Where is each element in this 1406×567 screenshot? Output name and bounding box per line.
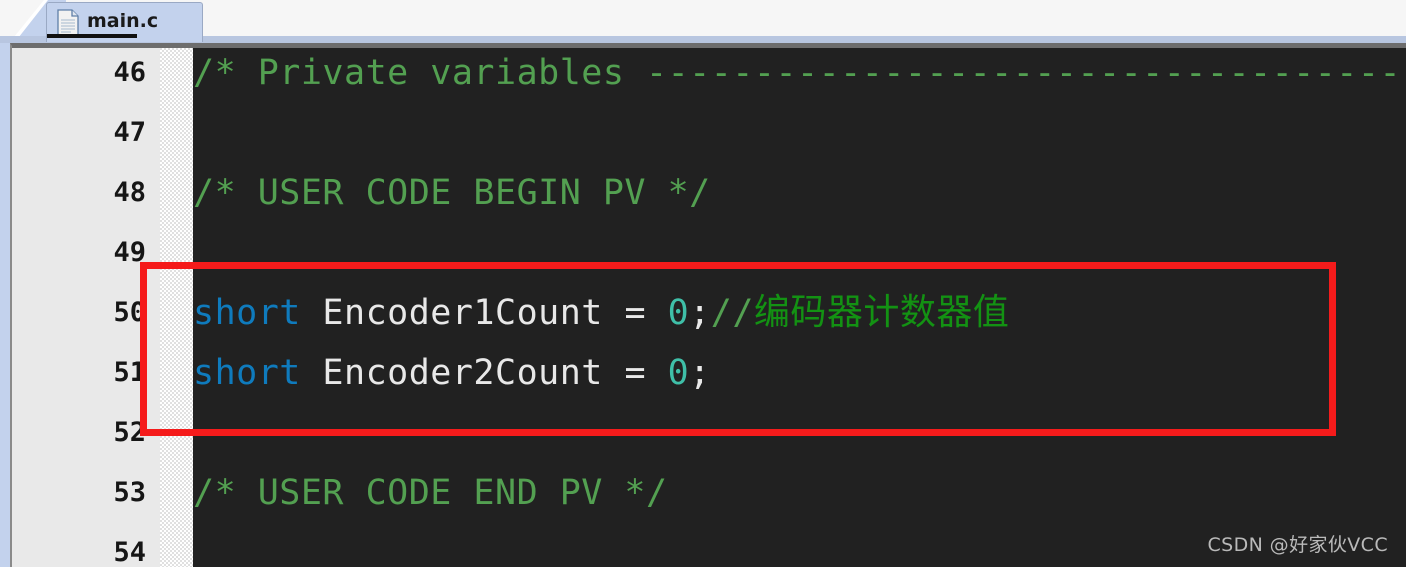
token-cjk: 编码器计数器值 [753, 292, 1010, 333]
token-punct: ; [689, 293, 711, 333]
gutter-fold-strip [160, 48, 193, 567]
code-line[interactable]: /* USER CODE BEGIN PV */ [193, 163, 711, 223]
line-number: 52 [113, 417, 146, 448]
line-number: 47 [113, 117, 146, 148]
ide-editor-screenshot: main.c 46 47 48 49 50 51 52 53 54 /* Private var… [0, 0, 1406, 567]
editor-tab-strip: main.c [0, 0, 1406, 43]
token-comment: /* USER CODE BEGIN PV */ [193, 173, 711, 213]
token-op: = [624, 293, 668, 333]
line-number: 46 [113, 57, 146, 88]
tab-strip-underline [0, 36, 1406, 43]
line-number-gutter[interactable]: 46 47 48 49 50 51 52 53 54 [12, 48, 160, 567]
token-ident: Encoder2Count [300, 353, 625, 393]
line-number: 51 [113, 357, 146, 388]
line-number: 50 [113, 297, 146, 328]
code-text-area[interactable]: /* Private variables -------------------… [193, 48, 1406, 567]
token-keyword: short [193, 293, 301, 333]
editor-left-rail [0, 43, 10, 567]
code-line[interactable]: /* USER CODE END PV */ [193, 463, 668, 523]
token-comment: /* Private variables -------------------… [193, 53, 1406, 93]
line-number: 53 [113, 477, 146, 508]
tab-label: main.c [87, 9, 159, 32]
line-number: 48 [113, 177, 146, 208]
code-line[interactable]: /* Private variables -------------------… [193, 48, 1406, 103]
line-number: 54 [113, 537, 146, 567]
token-punct: ; [689, 353, 711, 393]
token-ident: Encoder1Count [300, 293, 625, 333]
line-number: 49 [113, 237, 146, 268]
token-comment: /* USER CODE END PV */ [193, 473, 668, 513]
csdn-watermark: CSDN @好家伙VCC [1207, 534, 1388, 556]
token-num: 0 [667, 293, 690, 333]
tab-active-underline [47, 34, 137, 38]
token-comment: // [710, 293, 754, 333]
token-num: 0 [667, 353, 690, 393]
document-icon [57, 9, 79, 36]
code-line[interactable]: short Encoder1Count = 0;//编码器计数器值 [193, 283, 1009, 343]
token-op: = [624, 353, 668, 393]
code-line[interactable]: short Encoder2Count = 0; [193, 343, 711, 403]
token-keyword: short [193, 353, 301, 393]
